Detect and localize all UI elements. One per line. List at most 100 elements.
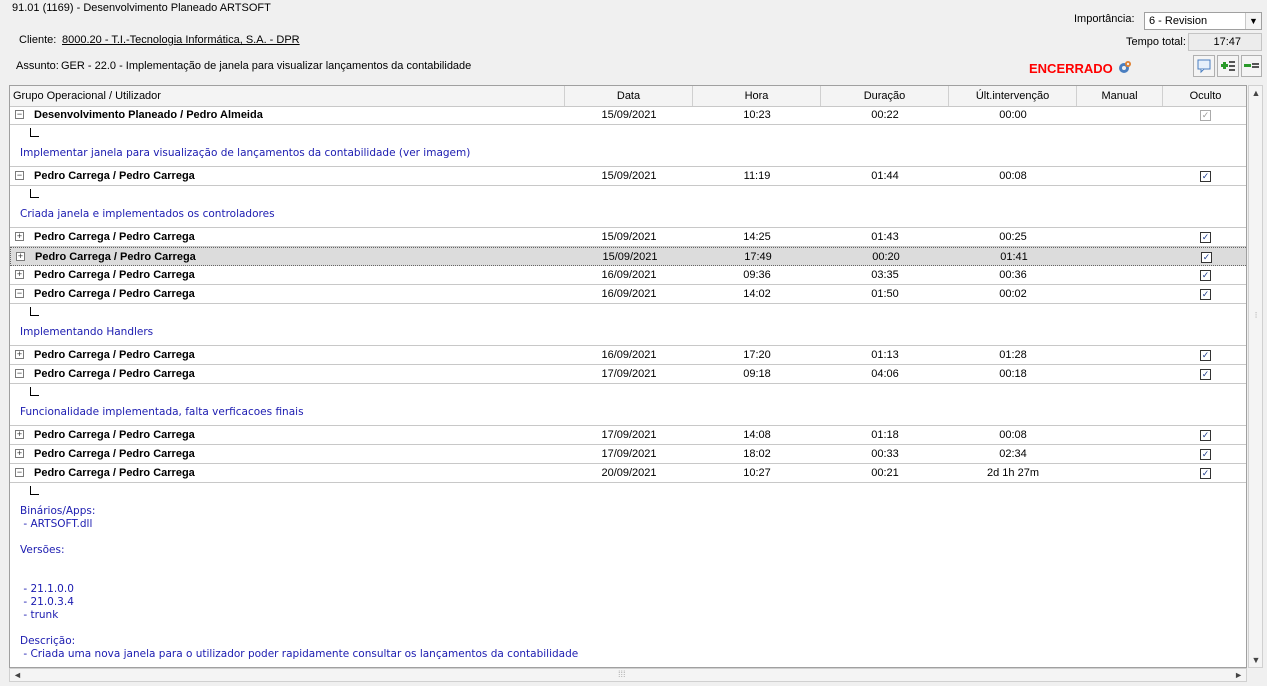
tree-connector-icon: [30, 486, 39, 495]
horizontal-scrollbar[interactable]: ◄ ⁞⁞⁞ ►: [9, 668, 1247, 682]
row-time: 11:19: [743, 170, 771, 182]
row-duration: 03:35: [871, 269, 899, 281]
collapse-icon[interactable]: −: [15, 110, 24, 119]
hidden-checkbox[interactable]: ✓: [1200, 369, 1211, 380]
intervention-notes: Implementando Handlers: [20, 326, 154, 338]
row-duration: 01:44: [871, 170, 899, 182]
table-row[interactable]: − Pedro Carrega / Pedro Carrega 20/09/2021…: [10, 464, 1246, 483]
comment-button[interactable]: [1193, 55, 1215, 77]
expand-icon[interactable]: +: [15, 270, 24, 279]
row-group-user: Pedro Carrega / Pedro Carrega: [34, 231, 195, 243]
expand-icon[interactable]: +: [15, 430, 24, 439]
row-time: 10:27: [743, 467, 771, 479]
row-last: 01:28: [999, 349, 1027, 361]
tree-connector-icon: [30, 387, 39, 396]
column-header-group[interactable]: Grupo Operacional / Utilizador: [10, 86, 565, 106]
row-date: 16/09/2021: [601, 349, 657, 361]
scroll-left-icon[interactable]: ◄: [13, 670, 22, 680]
importance-select[interactable]: 6 - Revision ▼: [1144, 12, 1262, 30]
row-group-user: Pedro Carrega / Pedro Carrega: [34, 269, 195, 281]
importance-value: 6 - Revision: [1149, 15, 1208, 27]
row-duration: 01:43: [871, 231, 899, 243]
intervention-notes: Criada janela e implementados os control…: [20, 208, 275, 220]
scroll-down-icon[interactable]: ▼: [1250, 655, 1262, 665]
remove-intervention-button[interactable]: [1241, 55, 1262, 77]
expand-icon[interactable]: +: [16, 252, 25, 261]
column-header-duration[interactable]: Duração: [821, 86, 949, 106]
table-row[interactable]: − Pedro Carrega / Pedro Carrega 17/09/2021…: [10, 365, 1246, 384]
row-time: 14:08: [743, 429, 771, 441]
expand-icon[interactable]: +: [15, 350, 24, 359]
collapse-icon[interactable]: −: [15, 289, 24, 298]
scroll-grip-icon[interactable]: ⁞⁞⁞: [618, 669, 626, 679]
intervention-notes: Funcionalidade implementada, falta verfi…: [20, 406, 304, 418]
row-time: 10:23: [743, 109, 771, 121]
total-time-label: Tempo total:: [1126, 36, 1186, 48]
row-time: 17:49: [744, 251, 772, 263]
table-row[interactable]: + Pedro Carrega / Pedro Carrega 16/09/2021…: [10, 346, 1246, 365]
table-row[interactable]: + Pedro Carrega / Pedro Carrega 16/09/2021…: [10, 266, 1246, 285]
total-time-value: 17:47: [1188, 33, 1262, 51]
row-group-user: Pedro Carrega / Pedro Carrega: [34, 288, 195, 300]
chevron-down-icon[interactable]: ▼: [1245, 13, 1261, 29]
add-intervention-button[interactable]: [1217, 55, 1239, 77]
hidden-checkbox[interactable]: ✓: [1200, 232, 1211, 243]
scroll-up-icon[interactable]: ▲: [1250, 88, 1262, 98]
hidden-checkbox[interactable]: ✓: [1200, 171, 1211, 182]
column-header-last-intervention[interactable]: Últ.intervenção: [949, 86, 1077, 106]
collapse-icon[interactable]: −: [15, 171, 24, 180]
hidden-checkbox[interactable]: ✓: [1201, 252, 1212, 263]
table-row[interactable]: + Pedro Carrega / Pedro Carrega 15/09/2021…: [10, 247, 1246, 266]
column-header-time[interactable]: Hora: [693, 86, 821, 106]
expand-icon[interactable]: +: [15, 232, 24, 241]
row-duration: 00:21: [871, 467, 899, 479]
status-badge: ENCERRADO: [1029, 61, 1113, 76]
row-date: 16/09/2021: [601, 269, 657, 281]
column-header-hidden[interactable]: Oculto: [1163, 86, 1246, 106]
row-date: 15/09/2021: [602, 251, 658, 263]
client-link[interactable]: 8000.20 - T.I.-Tecnologia Informática, S…: [62, 34, 300, 46]
column-header-manual[interactable]: Manual: [1077, 86, 1163, 106]
hidden-checkbox[interactable]: ✓: [1200, 430, 1211, 441]
row-time: 17:20: [743, 349, 771, 361]
row-last: 00:18: [999, 368, 1027, 380]
row-date: 17/09/2021: [601, 368, 657, 380]
row-date: 20/09/2021: [601, 467, 657, 479]
row-last: 00:25: [999, 231, 1027, 243]
row-group-user: Desenvolvimento Planeado / Pedro Almeida: [34, 109, 263, 121]
row-group-user: Pedro Carrega / Pedro Carrega: [35, 251, 196, 263]
table-row[interactable]: + Pedro Carrega / Pedro Carrega 17/09/2021…: [10, 445, 1246, 464]
row-group-user: Pedro Carrega / Pedro Carrega: [34, 448, 195, 460]
hidden-checkbox[interactable]: ✓: [1200, 270, 1211, 281]
hidden-checkbox[interactable]: ✓: [1200, 449, 1211, 460]
hidden-checkbox[interactable]: ✓: [1200, 110, 1211, 121]
row-date: 15/09/2021: [601, 109, 657, 121]
table-row[interactable]: − Desenvolvimento Planeado / Pedro Almeid…: [10, 106, 1246, 125]
table-row[interactable]: + Pedro Carrega / Pedro Carrega 17/09/2021…: [10, 426, 1246, 445]
expand-icon[interactable]: +: [15, 449, 24, 458]
collapse-icon[interactable]: −: [15, 369, 24, 378]
scroll-right-icon[interactable]: ►: [1234, 670, 1243, 680]
row-last: 00:00: [999, 109, 1027, 121]
collapse-icon[interactable]: −: [15, 468, 24, 477]
importance-label: Importância:: [1074, 13, 1135, 25]
row-duration: 00:33: [871, 448, 899, 460]
table-row[interactable]: − Pedro Carrega / Pedro Carrega 15/09/2021…: [10, 167, 1246, 186]
row-duration: 00:22: [871, 109, 899, 121]
vertical-scrollbar[interactable]: ▲ ⁝ ▼: [1248, 85, 1263, 668]
window-title: 91.01 (1169) - Desenvolvimento Planeado …: [12, 2, 271, 14]
table-row[interactable]: + Pedro Carrega / Pedro Carrega 15/09/2021…: [10, 228, 1246, 247]
scroll-grip-icon[interactable]: ⁝: [1250, 310, 1262, 321]
row-time: 14:02: [743, 288, 771, 300]
row-date: 15/09/2021: [601, 170, 657, 182]
subject-label: Assunto:: [16, 60, 59, 72]
table-row[interactable]: − Pedro Carrega / Pedro Carrega 16/09/2021…: [10, 285, 1246, 304]
column-header-date[interactable]: Data: [565, 86, 693, 106]
row-date: 17/09/2021: [601, 448, 657, 460]
speech-bubble-icon: [1194, 59, 1214, 79]
hidden-checkbox[interactable]: ✓: [1200, 468, 1211, 479]
hidden-checkbox[interactable]: ✓: [1200, 350, 1211, 361]
interventions-grid[interactable]: Grupo Operacional / Utilizador Data Hora…: [9, 85, 1247, 668]
hidden-checkbox[interactable]: ✓: [1200, 289, 1211, 300]
gear-icon[interactable]: [1116, 58, 1134, 76]
